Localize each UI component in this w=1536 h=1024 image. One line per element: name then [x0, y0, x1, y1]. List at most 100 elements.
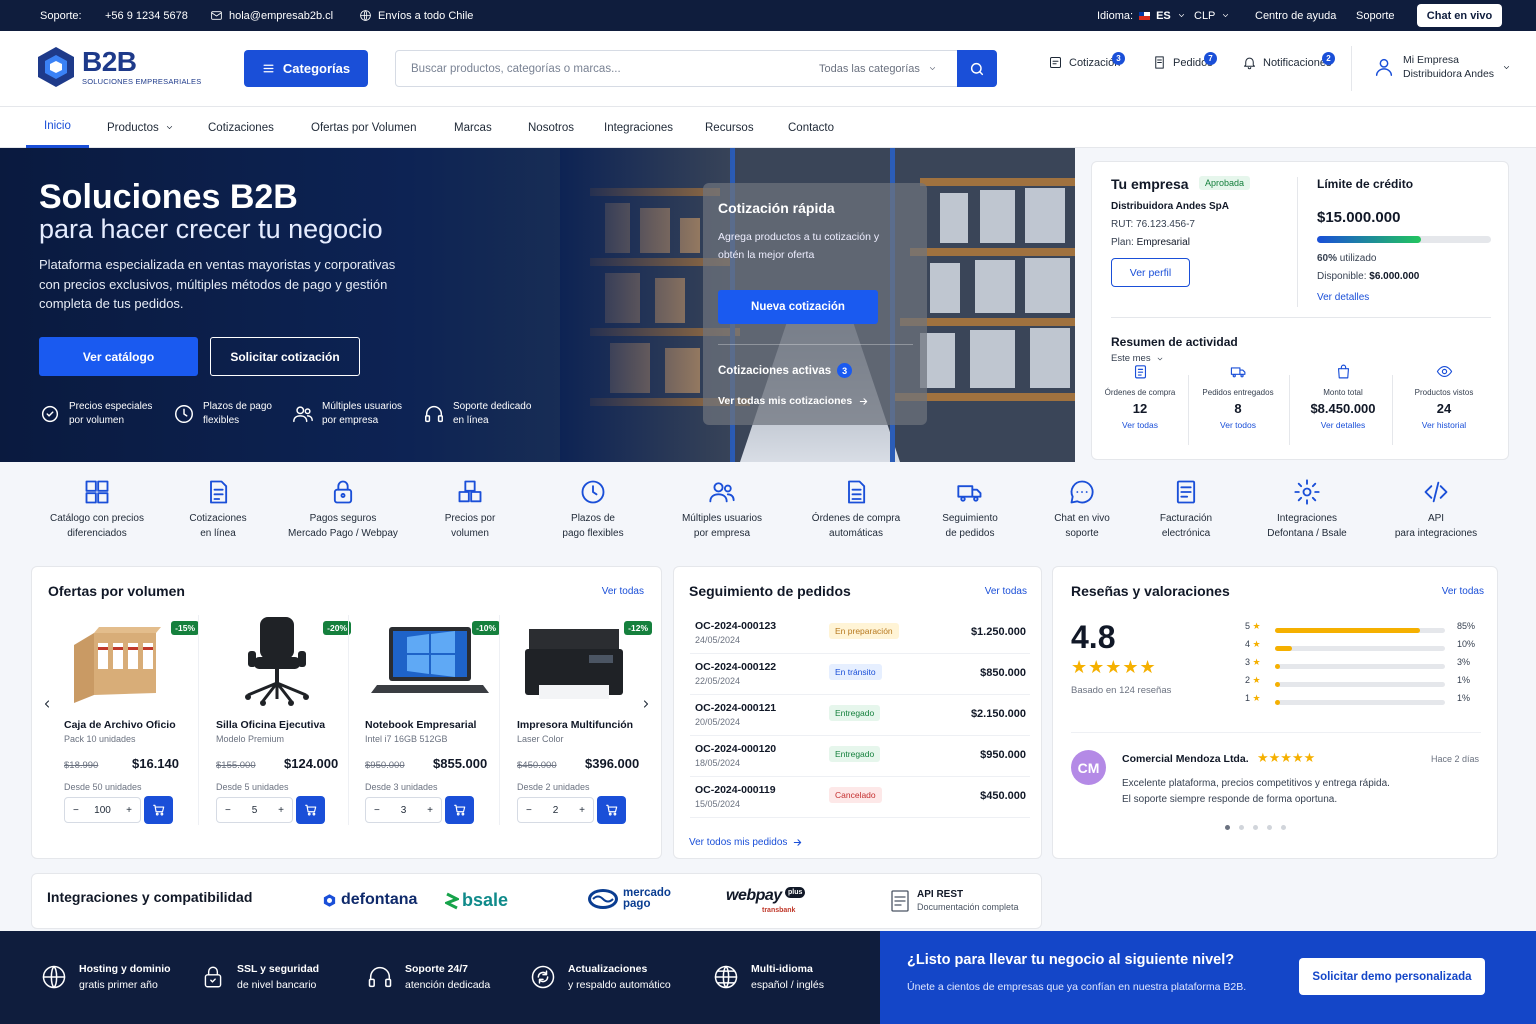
- order-row[interactable]: OC-2024-000123 24/05/2024 En preparación…: [690, 613, 1030, 654]
- quantity-stepper[interactable]: − 100 +: [64, 797, 141, 823]
- bsale-logo[interactable]: bsale: [445, 890, 508, 911]
- feature-volume[interactable]: Precios por volumen: [410, 478, 530, 541]
- reviews-view-all-link[interactable]: Ver todas: [1442, 586, 1484, 597]
- request-quote-button[interactable]: Solicitar cotización: [210, 337, 360, 376]
- feature-tracking[interactable]: Seguimiento de pedidos: [910, 478, 1030, 541]
- minus-icon[interactable]: −: [73, 805, 79, 816]
- order-row[interactable]: OC-2024-000122 22/05/2024 En tránsito $8…: [690, 654, 1030, 695]
- add-to-cart-button[interactable]: [597, 796, 626, 824]
- view-catalog-button[interactable]: Ver catálogo: [39, 337, 198, 376]
- search-input[interactable]: Buscar productos, categorías o marcas...: [411, 63, 621, 75]
- orders-action[interactable]: Pedidos 7: [1152, 52, 1217, 70]
- product-card[interactable]: -10% Notebook Empresarial Intel i7 16GB …: [365, 615, 515, 825]
- new-quote-button[interactable]: Nueva cotización: [718, 290, 878, 324]
- feature-users[interactable]: Múltiples usuarios por empresa: [662, 478, 782, 541]
- nav-item-recursos[interactable]: Recursos: [705, 107, 754, 148]
- view-my-orders-link[interactable]: Ver todos mis pedidos: [689, 837, 803, 848]
- search-button[interactable]: [957, 50, 997, 87]
- plus-icon[interactable]: +: [278, 805, 284, 816]
- live-chat-button[interactable]: Chat en vivo: [1417, 4, 1502, 27]
- nav-item-ofertas[interactable]: Ofertas por Volumen: [311, 107, 416, 148]
- product-old-price: $450.000: [517, 760, 557, 771]
- quantity-stepper[interactable]: − 3 +: [365, 797, 442, 823]
- carousel-dot[interactable]: [1281, 825, 1286, 830]
- product-card[interactable]: -20% Silla Oficina Ejecutiva Modelo Prem…: [216, 615, 366, 825]
- email-link[interactable]: hola@empresab2b.cl: [210, 0, 333, 31]
- feature-api[interactable]: API para integraciones: [1376, 478, 1496, 541]
- mercado-pago-logo[interactable]: mercado pago: [587, 887, 671, 911]
- add-to-cart-button[interactable]: [445, 796, 474, 824]
- add-to-cart-button[interactable]: [144, 796, 173, 824]
- feature-line1: Facturación: [1159, 513, 1213, 524]
- notifications-action[interactable]: Notificaciones 2: [1242, 52, 1335, 70]
- search-category-select[interactable]: Todas las categorías: [819, 63, 937, 75]
- minus-icon[interactable]: −: [526, 805, 532, 816]
- activity-link[interactable]: Ver todas: [1100, 420, 1180, 430]
- quantity-stepper[interactable]: − 2 +: [517, 797, 594, 823]
- carousel-dot[interactable]: [1239, 825, 1244, 830]
- plus-icon[interactable]: +: [126, 805, 132, 816]
- nav-item-inicio[interactable]: Inicio: [26, 107, 89, 148]
- plus-icon[interactable]: +: [579, 805, 585, 816]
- order-row[interactable]: OC-2024-000119 15/05/2024 Cancelado $450…: [690, 777, 1030, 818]
- feature-terms[interactable]: Plazos de pago flexibles: [533, 478, 653, 541]
- minus-icon[interactable]: −: [225, 805, 231, 816]
- rating-bar-stars: 5: [1245, 621, 1251, 631]
- add-to-cart-button[interactable]: [296, 796, 325, 824]
- order-row[interactable]: OC-2024-000121 20/05/2024 Entregado $2.1…: [690, 695, 1030, 736]
- activity-link[interactable]: Ver historial: [1400, 420, 1488, 430]
- feature-integrations[interactable]: Integraciones Defontana / Bsale: [1247, 478, 1367, 541]
- hero-feature-line1: Soporte dedicado: [453, 401, 532, 412]
- chevron-left-icon[interactable]: [41, 698, 53, 710]
- hero-feature-line2: en línea: [453, 415, 489, 426]
- plus-icon[interactable]: +: [427, 805, 433, 816]
- nav-item-nosotros[interactable]: Nosotros: [528, 107, 574, 148]
- view-all-quotes-link[interactable]: Ver todas mis cotizaciones: [718, 395, 869, 407]
- carousel-dot[interactable]: [1253, 825, 1258, 830]
- product-card[interactable]: -12% Impresora Multifunción Laser Color …: [517, 615, 667, 825]
- request-demo-button[interactable]: Solicitar demo personalizada: [1299, 958, 1485, 995]
- nav-item-marcas[interactable]: Marcas: [454, 107, 492, 148]
- help-center-link[interactable]: Centro de ayuda: [1255, 0, 1336, 31]
- activity-link[interactable]: Ver todos: [1196, 420, 1280, 430]
- feature-catalog[interactable]: Catálogo con precios diferenciados: [37, 478, 157, 541]
- offers-view-all-link[interactable]: Ver todas: [602, 586, 644, 597]
- quote-action[interactable]: Cotización 3: [1048, 52, 1125, 70]
- feature-chat[interactable]: Chat en vivo soporte: [1022, 478, 1142, 541]
- feature-quotes[interactable]: Cotizaciones en línea: [158, 478, 278, 541]
- rating-based-on: Basado en 124 reseñas: [1071, 685, 1172, 696]
- nav-item-cotizaciones[interactable]: Cotizaciones: [208, 107, 274, 148]
- defontana-logo[interactable]: defontana: [322, 891, 417, 909]
- credit-details-link[interactable]: Ver detalles: [1317, 292, 1369, 303]
- carousel-dot-active[interactable]: [1225, 825, 1230, 830]
- api-rest-link[interactable]: API REST Documentación completa: [891, 888, 1019, 914]
- feature-orders[interactable]: Órdenes de compra automáticas: [796, 478, 916, 541]
- feature-payments[interactable]: Pagos seguros Mercado Pago / Webpay: [283, 478, 403, 541]
- bsale-icon: [445, 892, 459, 909]
- carousel-dot[interactable]: [1267, 825, 1272, 830]
- support-link[interactable]: Soporte: [1356, 0, 1395, 31]
- phone-link[interactable]: +56 9 1234 5678: [105, 0, 188, 31]
- nav-item-productos[interactable]: Productos: [107, 107, 174, 148]
- nav-item-integraciones[interactable]: Integraciones: [604, 107, 673, 148]
- nav-item-contacto[interactable]: Contacto: [788, 107, 834, 148]
- rating-bar-pct: 3%: [1457, 657, 1471, 667]
- account-menu[interactable]: Mi Empresa Distribuidora Andes: [1373, 53, 1511, 81]
- webpay-logo[interactable]: webpay plus transbank: [726, 887, 806, 914]
- minus-icon[interactable]: −: [374, 805, 380, 816]
- orders-view-all-link[interactable]: Ver todas: [985, 586, 1027, 597]
- order-id: OC-2024-000123: [695, 620, 777, 632]
- logo[interactable]: B2B SOLUCIONES EMPRESARIALES: [36, 45, 201, 89]
- feature-invoicing[interactable]: Facturación electrónica: [1126, 478, 1246, 541]
- activity-link[interactable]: Ver detalles: [1297, 420, 1389, 430]
- order-status-badge: Cancelado: [829, 787, 882, 803]
- product-card[interactable]: -15% Caja de Archivo Oficio Pack 10 unid…: [64, 615, 214, 825]
- view-profile-button[interactable]: Ver perfil: [1111, 258, 1190, 287]
- email-text: hola@empresab2b.cl: [229, 9, 334, 22]
- order-row[interactable]: OC-2024-000120 18/05/2024 Entregado $950…: [690, 736, 1030, 777]
- language-selector[interactable]: Idioma: ES: [1097, 0, 1186, 31]
- currency-selector[interactable]: CLP: [1194, 0, 1230, 31]
- mail-icon: [211, 11, 222, 20]
- categories-button[interactable]: Categorías: [244, 50, 368, 87]
- quantity-stepper[interactable]: − 5 +: [216, 797, 293, 823]
